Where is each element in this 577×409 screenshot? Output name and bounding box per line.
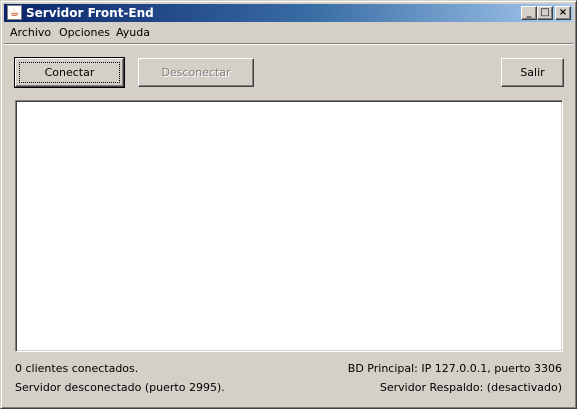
backup-server-status: Servidor Respaldo: (desactivado) [379,381,562,394]
menu-ayuda[interactable]: Ayuda [116,26,150,40]
db-primary-status: BD Principal: IP 127.0.0.1, puerto 3306 [347,362,562,375]
menu-separator [4,43,573,45]
menu-archivo[interactable]: Archivo [10,26,51,40]
clients-status: 0 clientes conectados. [15,362,139,375]
disconnect-button[interactable]: Desconectar [138,58,254,87]
connect-button[interactable]: Conectar [14,57,125,88]
connect-button-label: Conectar [19,62,120,83]
menu-bar: Archivo Opciones Ayuda [4,23,573,42]
java-cup-icon[interactable]: ☕ [7,5,22,20]
window-title: Servidor Front-End [26,6,154,20]
log-text-area[interactable] [15,100,563,352]
title-bar[interactable]: ☕ Servidor Front-End _ □ × [4,4,573,22]
menu-opciones[interactable]: Opciones [59,26,110,40]
maximize-button[interactable]: □ [537,6,553,20]
app-window: ☕ Servidor Front-End _ □ × Archivo Opcio… [0,0,577,409]
minimize-button[interactable]: _ [521,6,537,20]
server-status: Servidor desconectado (puerto 2995). [15,381,225,394]
exit-button[interactable]: Salir [501,58,564,87]
close-button[interactable]: × [555,6,571,20]
